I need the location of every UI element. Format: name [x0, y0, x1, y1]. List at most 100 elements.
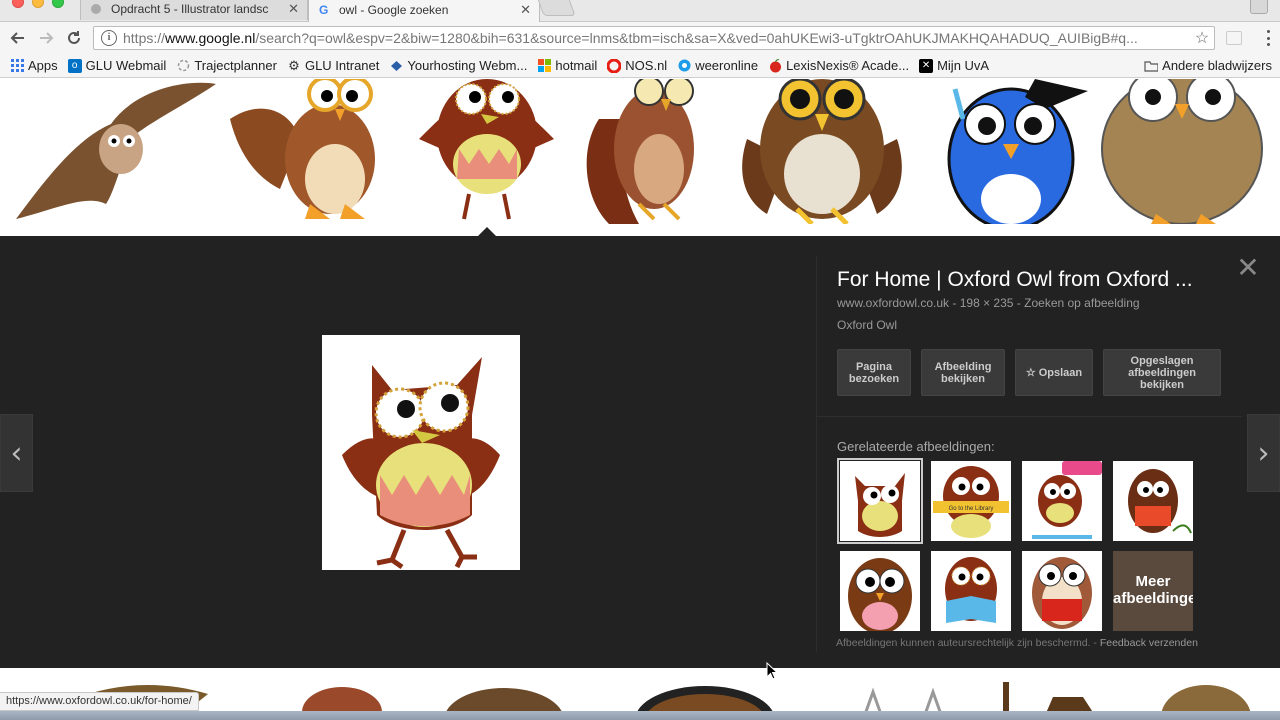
- svg-text:G: G: [319, 3, 328, 16]
- panel-divider: [816, 256, 817, 652]
- view-saved-images-button[interactable]: Opgeslagen afbeeldingen bekijken: [1103, 349, 1221, 396]
- related-image[interactable]: [1113, 461, 1193, 541]
- view-image-button[interactable]: Afbeelding bekijken: [921, 349, 1005, 396]
- status-bar-url: https://www.oxfordowl.co.uk/for-home/: [0, 692, 199, 711]
- bookmark-apps[interactable]: Apps: [10, 58, 58, 73]
- related-image[interactable]: [837, 458, 923, 544]
- forward-icon[interactable]: [35, 27, 57, 49]
- bookmark-lexisnexis[interactable]: LexisNexis® Acade...: [768, 58, 909, 73]
- nos-icon: [607, 58, 622, 73]
- svg-text:Go to the Library: Go to the Library: [949, 506, 994, 512]
- weather-icon: [677, 59, 691, 73]
- feedback-link[interactable]: Feedback verzenden: [1100, 637, 1198, 649]
- loading-icon: [176, 59, 190, 73]
- close-tab-icon[interactable]: ✕: [520, 2, 531, 18]
- extension-icon[interactable]: [1226, 31, 1242, 45]
- next-image-button[interactable]: ›: [1247, 414, 1280, 492]
- previous-image-button[interactable]: ‹: [0, 414, 33, 492]
- gear-icon: ⚙: [288, 57, 300, 73]
- preview-image[interactable]: [322, 335, 520, 570]
- bookmark-label: LexisNexis® Acade...: [786, 58, 910, 73]
- image-result[interactable]: [579, 79, 709, 224]
- image-result[interactable]: [727, 79, 917, 224]
- preview-meta: www.oxfordowl.co.uk - 198 × 235 - Zoeken…: [837, 296, 1140, 310]
- maximize-window-button[interactable]: [52, 0, 64, 8]
- related-image[interactable]: [840, 551, 920, 631]
- mouse-cursor-icon: [766, 662, 778, 680]
- browser-menu-icon[interactable]: [1264, 30, 1272, 46]
- uva-icon: ✕: [919, 58, 934, 73]
- bookmark-star-icon[interactable]: ☆: [1190, 28, 1214, 48]
- folder-icon: [1144, 59, 1159, 73]
- profile-icon[interactable]: [1250, 0, 1268, 14]
- search-by-image-link[interactable]: Zoeken op afbeelding: [1024, 296, 1139, 310]
- reload-icon[interactable]: [63, 27, 85, 49]
- preview-source: Oxford Owl: [837, 318, 898, 332]
- page-icon: [89, 2, 103, 16]
- google-icon: G: [317, 3, 331, 17]
- address-bar[interactable]: i https://www.google.nl/search?q=owl&esp…: [93, 26, 1215, 50]
- close-icon[interactable]: ✕: [1236, 254, 1260, 282]
- image-result[interactable]: [1101, 79, 1264, 224]
- more-images-button[interactable]: Meer afbeeldingen: [1113, 551, 1193, 631]
- browser-toolbar: i https://www.google.nl/search?q=owl&esp…: [0, 22, 1280, 54]
- windows-icon: [537, 59, 551, 73]
- image-result[interactable]: [409, 79, 565, 224]
- tab-strip: Opdracht 5 - Illustrator landsc ✕ G owl …: [0, 0, 1280, 22]
- other-bookmarks-folder[interactable]: Andere bladwijzers: [1144, 58, 1272, 73]
- related-images-label: Gerelateerde afbeeldingen:: [837, 439, 995, 454]
- footer-links: Afbeeldingen kunnen auteursrechtelijk zi…: [836, 637, 1198, 649]
- bookmark-label: GLU Intranet: [304, 58, 380, 73]
- hosting-icon: [389, 59, 403, 73]
- new-tab-button[interactable]: [536, 0, 576, 16]
- bookmark-label: Andere bladwijzers: [1162, 58, 1272, 73]
- tab-google-search[interactable]: G owl - Google zoeken ✕: [308, 0, 540, 22]
- bookmarks-bar: Apps o GLU Webmail Trajectplanner ⚙ GLU In…: [0, 54, 1280, 78]
- bookmark-hotmail[interactable]: hotmail: [537, 58, 597, 73]
- apps-grid-icon: [10, 59, 24, 73]
- image-result[interactable]: [230, 79, 395, 224]
- selection-pointer: [478, 227, 496, 236]
- info-icon[interactable]: i: [101, 30, 117, 46]
- visit-page-button[interactable]: Pagina bezoeken: [837, 349, 911, 396]
- tab-title: Opdracht 5 - Illustrator landsc: [111, 1, 269, 16]
- back-icon[interactable]: [7, 27, 29, 49]
- image-results-row: [0, 79, 1280, 236]
- close-window-button[interactable]: [12, 0, 24, 8]
- bookmark-weeronline[interactable]: weeronline: [677, 58, 758, 73]
- related-image[interactable]: [1022, 461, 1102, 541]
- bookmark-label: Mijn UvA: [937, 58, 990, 73]
- bookmark-label: NOS.nl: [625, 58, 668, 73]
- button-label: Pagina bezoeken: [848, 360, 900, 385]
- bookmark-glu-intranet[interactable]: ⚙ GLU Intranet: [287, 57, 380, 74]
- button-label: Meer afbeeldingen: [1113, 573, 1193, 607]
- preview-domain[interactable]: www.oxfordowl.co.uk: [837, 296, 949, 310]
- preview-title[interactable]: For Home | Oxford Owl from Oxford ...: [837, 268, 1227, 292]
- save-button[interactable]: ☆ Opslaan: [1015, 349, 1093, 396]
- button-label: Afbeelding bekijken: [934, 360, 992, 385]
- bookmark-label: GLU Webmail: [85, 58, 167, 73]
- related-image[interactable]: [1022, 551, 1102, 631]
- image-result[interactable]: [16, 79, 218, 224]
- button-label: Opgeslagen afbeeldingen bekijken: [1128, 354, 1196, 391]
- tab-title: owl - Google zoeken: [339, 2, 449, 17]
- bookmark-nos[interactable]: NOS.nl: [607, 58, 667, 73]
- bookmark-glu-webmail[interactable]: o GLU Webmail: [67, 58, 167, 73]
- close-tab-icon[interactable]: ✕: [288, 1, 299, 17]
- image-result[interactable]: [935, 79, 1088, 224]
- bookmark-mijn-uva[interactable]: ✕ Mijn UvA: [919, 58, 989, 73]
- minimize-window-button[interactable]: [32, 0, 44, 8]
- bookmark-yourhosting[interactable]: Yourhosting Webm...: [389, 58, 527, 73]
- bookmark-label: Yourhosting Webm...: [407, 58, 528, 73]
- tab-opdracht[interactable]: Opdracht 5 - Illustrator landsc ✕: [80, 0, 308, 20]
- related-image[interactable]: Go to the Library: [931, 461, 1011, 541]
- star-icon: ☆: [1025, 366, 1036, 379]
- preview-dimensions: 198 × 235: [959, 296, 1014, 310]
- lexisnexis-icon: [768, 58, 782, 73]
- related-image[interactable]: [931, 551, 1011, 631]
- url-text: https://www.google.nl/search?q=owl&espv=…: [123, 30, 1138, 46]
- bookmark-label: weeronline: [695, 58, 759, 73]
- dock: [0, 711, 1280, 720]
- bookmark-trajectplanner[interactable]: Trajectplanner: [176, 58, 277, 73]
- copyright-note: Afbeeldingen kunnen auteursrechtelijk zi…: [836, 637, 1091, 649]
